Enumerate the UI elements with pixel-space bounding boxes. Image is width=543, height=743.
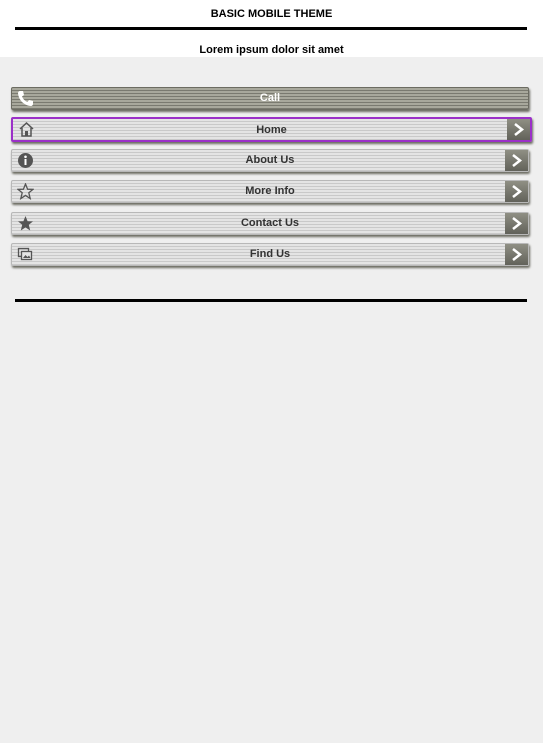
top-divider [15, 27, 527, 30]
menu-item-label: Home [256, 124, 287, 136]
call-button-label: Call [259, 92, 281, 104]
call-button[interactable]: Call [11, 87, 529, 110]
header: BASIC MOBILE THEME Lorem ipsum dolor sit… [0, 0, 543, 57]
menu-item-label: Contact Us [240, 217, 300, 229]
menu-item-about-us[interactable]: About Us [11, 149, 529, 172]
menu-item-home[interactable]: Home [11, 117, 532, 142]
chevron-right-icon [505, 181, 528, 202]
menu-item-label: More Info [245, 185, 295, 197]
chevron-right-icon [507, 119, 530, 140]
page-title: BASIC MOBILE THEME [210, 8, 333, 20]
menu-item-find-us[interactable]: Find Us [11, 243, 529, 266]
menu-item-label: About Us [245, 154, 295, 166]
page-subtitle: Lorem ipsum dolor sit amet [199, 44, 344, 56]
menu-item-more-info[interactable]: More Info [11, 180, 529, 203]
menu-item-label: Find Us [249, 248, 291, 260]
chevron-right-icon [505, 150, 528, 171]
chevron-right-icon [505, 213, 528, 234]
bottom-divider [15, 299, 527, 302]
chevron-right-icon [505, 244, 528, 265]
menu-item-contact-us[interactable]: Contact Us [11, 212, 529, 235]
